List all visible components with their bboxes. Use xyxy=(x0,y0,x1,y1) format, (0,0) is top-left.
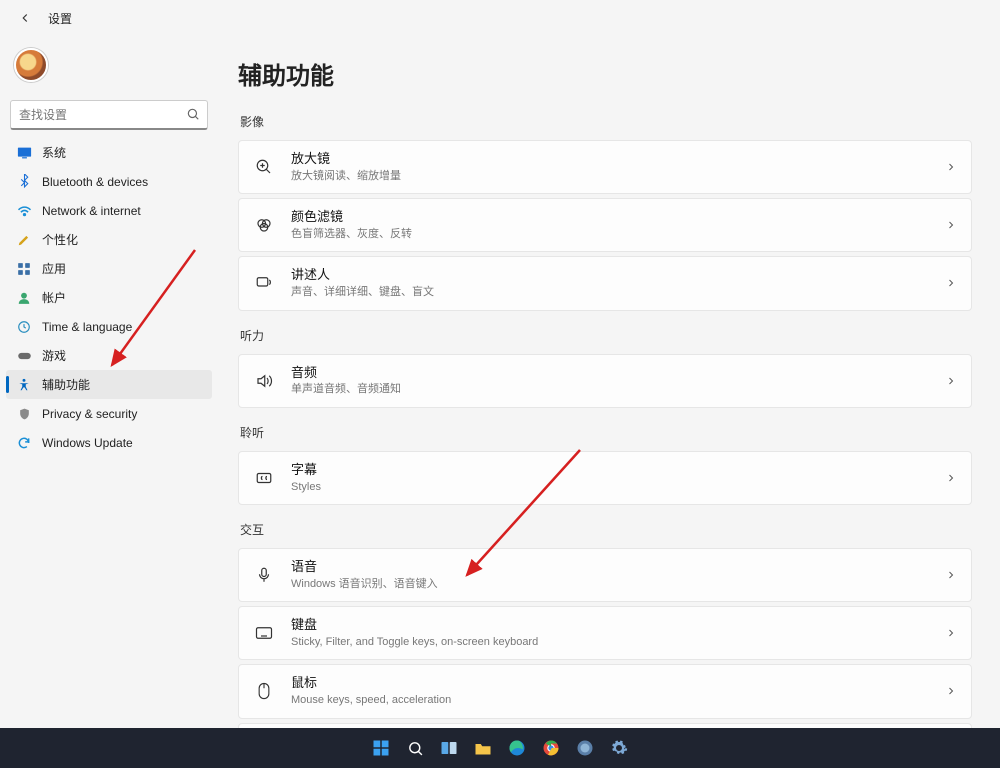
card-subtitle: 声音、详细详细、键盘、盲文 xyxy=(291,285,945,299)
nav-label: Bluetooth & devices xyxy=(42,175,148,189)
chevron-right-icon xyxy=(945,627,957,639)
taskbar-search[interactable] xyxy=(401,734,429,762)
card-title: 语音 xyxy=(291,559,945,576)
back-arrow-icon xyxy=(18,11,32,25)
search-input[interactable] xyxy=(10,100,208,130)
wifi-icon xyxy=(16,203,32,219)
search-box[interactable] xyxy=(10,100,208,130)
card-narrator[interactable]: 讲述人 声音、详细详细、键盘、盲文 xyxy=(238,256,972,310)
chevron-right-icon xyxy=(945,219,957,231)
nav-accessibility[interactable]: 辅助功能 xyxy=(6,370,212,399)
chevron-right-icon xyxy=(945,569,957,581)
nav-label: 个性化 xyxy=(42,231,78,248)
card-subtitle: Styles xyxy=(291,480,945,494)
nav-label: Network & internet xyxy=(42,204,141,218)
taskbar-chrome[interactable] xyxy=(537,734,565,762)
card-title: 音频 xyxy=(291,365,945,382)
nav-privacy[interactable]: Privacy & security xyxy=(6,399,212,428)
card-voice[interactable]: 语音 Windows 语音识别、语音键入 xyxy=(238,548,972,602)
nav-label: 辅助功能 xyxy=(42,376,90,393)
nav-label: Privacy & security xyxy=(42,407,137,421)
chevron-right-icon xyxy=(945,277,957,289)
chevron-right-icon xyxy=(945,472,957,484)
card-audio[interactable]: 音频 单声道音频、音频通知 xyxy=(238,354,972,408)
audio-icon xyxy=(253,370,275,392)
system-icon xyxy=(16,145,32,161)
card-title: 颜色滤镜 xyxy=(291,209,945,226)
nav-personalization[interactable]: 个性化 xyxy=(6,225,212,254)
card-subtitle: Sticky, Filter, and Toggle keys, on-scre… xyxy=(291,635,945,649)
narrator-icon xyxy=(253,272,275,294)
taskbar-taskview[interactable] xyxy=(435,734,463,762)
chevron-right-icon xyxy=(945,685,957,697)
nav-label: 帐户 xyxy=(42,289,66,306)
nav-time-language[interactable]: Time & language xyxy=(6,312,212,341)
nav-label: 游戏 xyxy=(42,347,66,364)
card-subtitle: Mouse keys, speed, acceleration xyxy=(291,693,945,707)
taskbar xyxy=(0,728,1000,768)
shield-icon xyxy=(16,406,32,422)
taskbar-explorer[interactable] xyxy=(469,734,497,762)
card-title: 放大镜 xyxy=(291,151,945,168)
section-hearing: 听力 xyxy=(240,327,972,344)
section-vision: 影像 xyxy=(240,113,972,130)
clock-icon xyxy=(16,319,32,335)
nav-accounts[interactable]: 帐户 xyxy=(6,283,212,312)
color-filters-icon xyxy=(253,214,275,236)
card-title: 鼠标 xyxy=(291,675,945,692)
card-color-filters[interactable]: 颜色滤镜 色盲筛选器、灰度、反转 xyxy=(238,198,972,252)
microphone-icon xyxy=(253,564,275,586)
taskbar-settings[interactable] xyxy=(605,734,633,762)
magnifier-icon xyxy=(253,156,275,178)
card-subtitle: 色盲筛选器、灰度、反转 xyxy=(291,227,945,241)
back-button[interactable] xyxy=(14,7,36,29)
apps-icon xyxy=(16,261,32,277)
card-title: 字幕 xyxy=(291,462,945,479)
user-avatar[interactable] xyxy=(14,48,48,82)
card-keyboard[interactable]: 键盘 Sticky, Filter, and Toggle keys, on-s… xyxy=(238,606,972,660)
mouse-icon xyxy=(253,680,275,702)
nav-label: Time & language xyxy=(42,320,132,334)
taskbar-app[interactable] xyxy=(571,734,599,762)
card-title: 讲述人 xyxy=(291,267,945,284)
nav-windows-update[interactable]: Windows Update xyxy=(6,428,212,457)
captions-icon xyxy=(253,467,275,489)
person-icon xyxy=(16,290,32,306)
section-listen: 聆听 xyxy=(240,424,972,441)
accessibility-icon xyxy=(16,377,32,393)
card-subtitle: Windows 语音识别、语音键入 xyxy=(291,577,945,591)
chevron-right-icon xyxy=(945,161,957,173)
page-title: 辅助功能 xyxy=(238,56,972,91)
keyboard-icon xyxy=(253,622,275,644)
nav-network[interactable]: Network & internet xyxy=(6,196,212,225)
bluetooth-icon xyxy=(16,174,32,190)
nav-label: Windows Update xyxy=(42,436,133,450)
search-icon xyxy=(186,107,200,121)
nav-label: 系统 xyxy=(42,144,66,161)
gamepad-icon xyxy=(16,348,32,364)
chevron-right-icon xyxy=(945,375,957,387)
start-button[interactable] xyxy=(367,734,395,762)
taskbar-edge[interactable] xyxy=(503,734,531,762)
nav-system[interactable]: 系统 xyxy=(6,138,212,167)
card-title: 键盘 xyxy=(291,617,945,634)
section-interaction: 交互 xyxy=(240,521,972,538)
window-title: 设置 xyxy=(48,10,72,27)
nav-bluetooth[interactable]: Bluetooth & devices xyxy=(6,167,212,196)
update-icon xyxy=(16,435,32,451)
card-subtitle: 单声道音频、音频通知 xyxy=(291,382,945,396)
card-mouse[interactable]: 鼠标 Mouse keys, speed, acceleration xyxy=(238,664,972,718)
nav-gaming[interactable]: 游戏 xyxy=(6,341,212,370)
card-magnifier[interactable]: 放大镜 放大镜阅读、缩放增量 xyxy=(238,140,972,194)
nav-label: 应用 xyxy=(42,260,66,277)
main-content: 辅助功能 影像 放大镜 放大镜阅读、缩放增量 颜色滤镜 色盲筛选器、灰度、反转 … xyxy=(218,36,1000,728)
card-subtitle: 放大镜阅读、缩放增量 xyxy=(291,169,945,183)
brush-icon xyxy=(16,232,32,248)
nav-apps[interactable]: 应用 xyxy=(6,254,212,283)
card-captions[interactable]: 字幕 Styles xyxy=(238,451,972,505)
sidebar: 系统 Bluetooth & devices Network & interne… xyxy=(0,36,218,728)
